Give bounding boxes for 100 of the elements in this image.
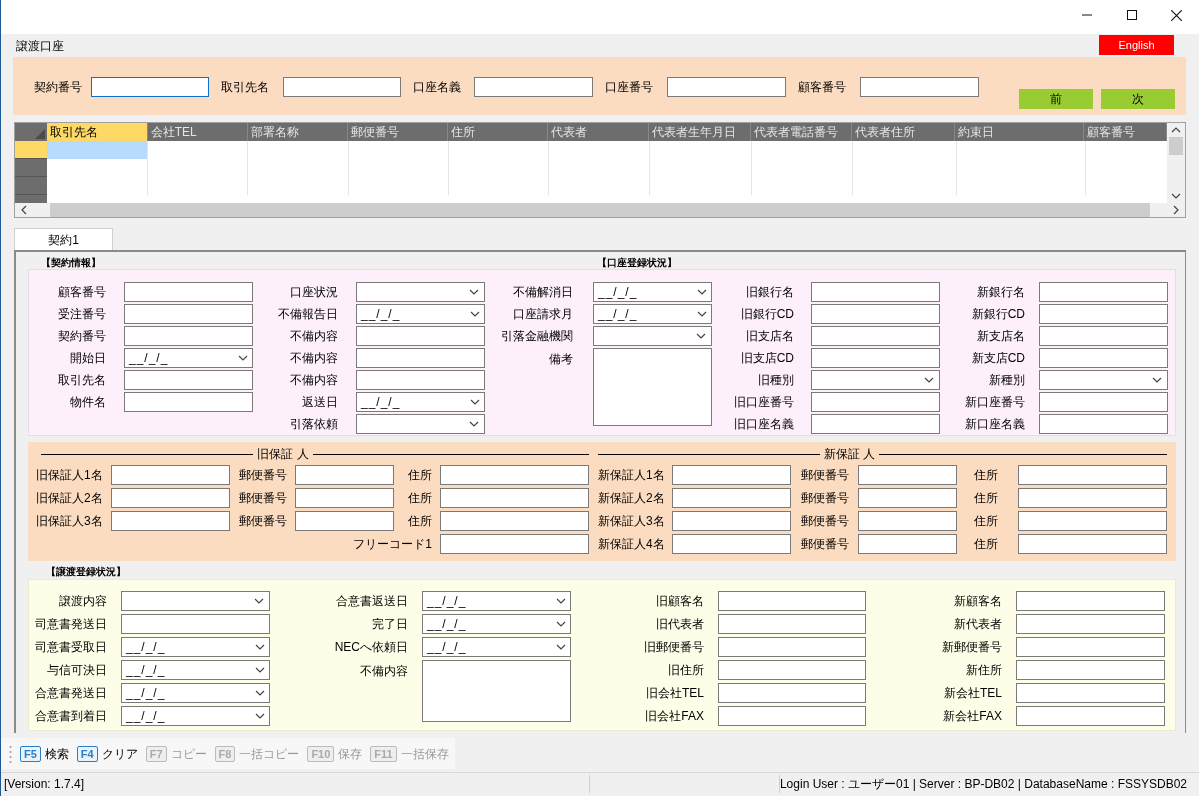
input-field[interactable]: [672, 488, 791, 508]
input-field[interactable]: [1039, 282, 1168, 302]
nav-button[interactable]: 次: [1101, 89, 1175, 109]
input-field[interactable]: [124, 304, 253, 324]
input-field[interactable]: [1016, 706, 1165, 726]
input-field[interactable]: [858, 465, 957, 485]
function-key-button[interactable]: F4 クリア: [76, 742, 138, 765]
dropdown[interactable]: [356, 282, 485, 302]
search-field[interactable]: [860, 77, 979, 97]
date-picker[interactable]: __/_/_: [121, 660, 270, 680]
input-field[interactable]: [124, 370, 253, 390]
scroll-thumb[interactable]: [1169, 137, 1183, 155]
input-field[interactable]: [811, 326, 940, 346]
vertical-scrollbar[interactable]: [1167, 123, 1185, 203]
input-field[interactable]: [356, 326, 485, 346]
table-cell[interactable]: [752, 141, 853, 159]
search-field[interactable]: [283, 77, 401, 97]
table-cell[interactable]: [449, 141, 549, 159]
input-field[interactable]: [811, 414, 940, 434]
date-picker[interactable]: __/_/_: [356, 304, 485, 324]
input-field[interactable]: [1016, 660, 1165, 680]
input-field[interactable]: [1039, 326, 1168, 346]
input-field[interactable]: [672, 511, 791, 531]
text-area[interactable]: [422, 660, 571, 722]
input-field[interactable]: [858, 534, 957, 554]
input-field[interactable]: [1039, 348, 1168, 368]
input-field[interactable]: [858, 511, 957, 531]
table-cell[interactable]: [248, 141, 349, 159]
input-field[interactable]: [440, 488, 589, 508]
date-picker[interactable]: __/_/_: [356, 392, 485, 412]
input-field[interactable]: [440, 511, 589, 531]
input-field[interactable]: [811, 304, 940, 324]
input-field[interactable]: [718, 614, 866, 634]
tab[interactable]: 契約1: [14, 228, 113, 250]
input-field[interactable]: [124, 326, 253, 346]
input-field[interactable]: [295, 511, 394, 531]
input-field[interactable]: [1016, 614, 1165, 634]
input-field[interactable]: [1039, 304, 1168, 324]
input-field[interactable]: [811, 348, 940, 368]
dropdown[interactable]: [811, 370, 940, 390]
input-field[interactable]: [295, 488, 394, 508]
table-cell[interactable]: [349, 141, 449, 159]
input-field[interactable]: [440, 465, 589, 485]
input-field[interactable]: [356, 370, 485, 390]
dropdown[interactable]: [121, 591, 270, 611]
input-field[interactable]: [672, 465, 791, 485]
date-picker[interactable]: __/_/_: [422, 614, 571, 634]
input-field[interactable]: [811, 392, 940, 412]
input-field[interactable]: [111, 488, 230, 508]
input-field[interactable]: [111, 465, 230, 485]
date-picker[interactable]: __/_/_: [593, 304, 712, 324]
input-field[interactable]: [1018, 488, 1167, 508]
input-field[interactable]: [811, 282, 940, 302]
input-field[interactable]: [124, 282, 253, 302]
column-header[interactable]: 取引先名: [46, 123, 148, 141]
input-field[interactable]: [1018, 511, 1167, 531]
text-area[interactable]: [593, 348, 712, 426]
input-field[interactable]: [121, 614, 270, 634]
table-cell[interactable]: [957, 141, 1086, 159]
input-field[interactable]: [1039, 392, 1168, 412]
input-field[interactable]: [356, 348, 485, 368]
input-field[interactable]: [124, 392, 253, 412]
date-picker[interactable]: __/_/_: [121, 683, 270, 703]
date-picker[interactable]: __/_/_: [422, 591, 571, 611]
input-field[interactable]: [1018, 534, 1167, 554]
date-picker[interactable]: __/_/_: [422, 637, 571, 657]
dropdown[interactable]: [356, 414, 485, 434]
table-cell[interactable]: [650, 141, 752, 159]
input-field[interactable]: [111, 511, 230, 531]
input-field[interactable]: [672, 534, 791, 554]
dropdown[interactable]: [1039, 370, 1168, 390]
date-picker[interactable]: __/_/_: [121, 706, 270, 726]
input-field[interactable]: [858, 488, 957, 508]
input-field[interactable]: [718, 706, 866, 726]
table-cell[interactable]: [47, 159, 148, 177]
row-header[interactable]: [15, 141, 47, 159]
input-field[interactable]: [718, 591, 866, 611]
input-field[interactable]: [1016, 683, 1165, 703]
search-field[interactable]: [667, 77, 786, 97]
table-cell[interactable]: [148, 141, 248, 159]
input-field[interactable]: [718, 660, 866, 680]
input-field[interactable]: [440, 534, 589, 554]
table-cell[interactable]: [549, 141, 650, 159]
date-picker[interactable]: __/_/_: [593, 282, 712, 302]
input-field[interactable]: [295, 465, 394, 485]
search-field[interactable]: [91, 77, 209, 97]
input-field[interactable]: [1016, 637, 1165, 657]
input-field[interactable]: [1018, 465, 1167, 485]
table-cell[interactable]: [47, 141, 148, 159]
input-field[interactable]: [718, 683, 866, 703]
input-field[interactable]: [1039, 414, 1168, 434]
date-picker[interactable]: __/_/_: [121, 637, 270, 657]
function-key-button[interactable]: F5 検索: [20, 742, 69, 765]
search-field[interactable]: [474, 77, 593, 97]
input-field[interactable]: [718, 637, 866, 657]
table-cell[interactable]: [853, 141, 957, 159]
dropdown[interactable]: [593, 326, 712, 346]
input-field[interactable]: [1016, 591, 1165, 611]
nav-button[interactable]: 前: [1019, 89, 1093, 109]
date-picker[interactable]: __/_/_: [124, 348, 253, 368]
